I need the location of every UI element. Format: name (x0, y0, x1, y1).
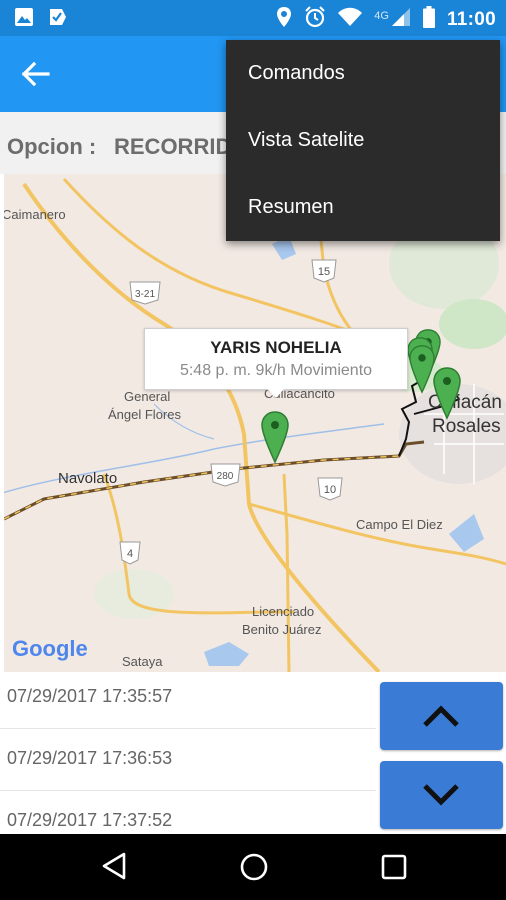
location-icon (276, 6, 292, 33)
road-shield-15: 15 (311, 259, 337, 283)
system-nav-bar (0, 834, 506, 900)
menu-item-resumen[interactable]: Resumen (226, 174, 500, 241)
scroll-down-button[interactable] (380, 761, 503, 829)
list-item[interactable]: 07/29/2017 17:36:53 (0, 734, 376, 796)
map-label: Ángel Flores (108, 407, 181, 422)
map-label: Licenciado (252, 604, 315, 619)
road-shield-280: 280 (210, 463, 241, 487)
app-screen: 4G 11:00 Opcion : RECORRIDO 15 3-21 280 … (0, 0, 506, 900)
info-window-pointer (268, 389, 284, 398)
map-marker[interactable] (432, 366, 462, 420)
battery-icon (422, 6, 435, 33)
svg-text:4: 4 (127, 548, 133, 560)
signal-icon (391, 7, 411, 32)
list-divider (0, 790, 376, 791)
arrow-back-icon[interactable] (20, 58, 56, 90)
network-type: 4G (374, 9, 389, 22)
overflow-menu: Comandos Vista Satelite Resumen (226, 40, 500, 241)
status-time: 11:00 (446, 8, 496, 30)
record-list[interactable]: 07/29/2017 17:35:57 07/29/2017 17:36:53 … (0, 672, 376, 834)
map-view[interactable]: 15 3-21 280 10 4 Caimanero General Ángel… (4, 174, 506, 672)
marker-info-window[interactable]: YARIS NOHELIA 5:48 p. m. 9k/h Movimiento (144, 328, 408, 398)
menu-item-label: Resumen (248, 196, 334, 218)
map-canvas: 15 3-21 280 10 4 (4, 174, 506, 672)
recents-square-icon[interactable] (381, 854, 407, 885)
svg-text:15: 15 (318, 266, 330, 278)
map-label: Campo El Diez (356, 517, 443, 532)
chevron-up-icon (423, 705, 459, 727)
map-label: Benito Juárez (242, 622, 322, 637)
menu-item-label: Comandos (248, 62, 345, 84)
map-marker[interactable] (260, 410, 290, 464)
svg-text:3-21: 3-21 (135, 289, 155, 300)
image-icon (14, 7, 34, 32)
road-shield-4: 4 (119, 541, 141, 565)
option-label: Opcion : (7, 134, 97, 159)
record-timestamp: 07/29/2017 17:35:57 (7, 686, 173, 706)
map-label: Navolato (58, 470, 118, 487)
svg-text:280: 280 (217, 471, 234, 482)
map-label: Caimanero (4, 207, 66, 222)
alarm-icon (304, 6, 326, 33)
home-circle-icon[interactable] (239, 852, 269, 887)
menu-item-comandos[interactable]: Comandos (226, 40, 500, 107)
road-shield-321: 3-21 (129, 281, 161, 305)
map-label: Sataya (122, 654, 163, 669)
status-bar: 4G 11:00 (0, 0, 506, 36)
info-window-subtitle: 5:48 p. m. 9k/h Movimiento (179, 362, 373, 379)
google-logo: Google (12, 636, 88, 661)
list-item[interactable]: 07/29/2017 17:35:57 (0, 672, 376, 734)
list-item[interactable]: 07/29/2017 17:37:52 (0, 796, 376, 834)
map-label: General (124, 389, 171, 404)
menu-item-vista-satelite[interactable]: Vista Satelite (226, 107, 500, 174)
back-triangle-icon[interactable] (101, 852, 127, 885)
chevron-down-icon (423, 784, 459, 806)
record-timestamp: 07/29/2017 17:36:53 (7, 748, 173, 768)
wifi-icon (338, 7, 363, 32)
list-divider (0, 728, 376, 729)
record-timestamp: 07/29/2017 17:37:52 (7, 810, 173, 830)
svg-text:10: 10 (324, 484, 336, 496)
road-shield-10: 10 (317, 477, 343, 501)
check-badge-icon (48, 7, 68, 32)
info-window-title: YARIS NOHELIA (210, 338, 342, 357)
scroll-up-button[interactable] (380, 682, 503, 750)
menu-item-label: Vista Satelite (248, 129, 365, 151)
